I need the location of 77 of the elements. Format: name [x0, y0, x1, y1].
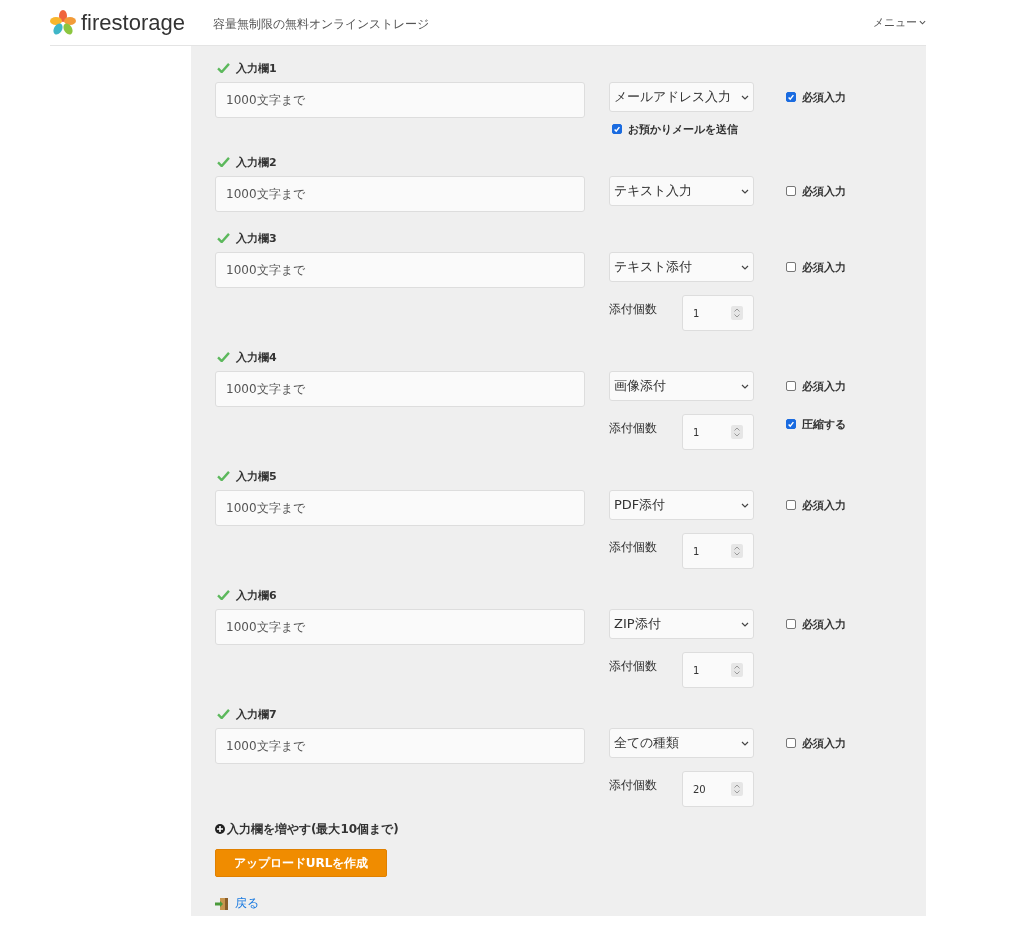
spinner-icon[interactable]	[731, 306, 743, 320]
site-tagline: 容量無制限の無料オンラインストレージ	[212, 15, 429, 33]
caret-icon	[741, 502, 749, 508]
checkmark-icon	[217, 590, 230, 600]
checkmark-icon	[217, 709, 230, 719]
caret-icon	[741, 264, 749, 270]
required-checkbox[interactable]	[786, 738, 796, 748]
checkbox-label: 必須入力	[802, 616, 846, 632]
required-checkbox[interactable]	[786, 619, 796, 629]
text-input-field[interactable]: 1000文字まで	[215, 252, 585, 288]
text-input-field[interactable]: 1000文字まで	[215, 728, 585, 764]
checkmark-icon	[217, 157, 230, 167]
required-checkbox[interactable]	[786, 262, 796, 272]
type-dropdown[interactable]: 画像添付	[609, 371, 754, 401]
caret-icon	[741, 188, 749, 194]
type-dropdown[interactable]: PDF添付	[609, 490, 754, 520]
field-label: 入力欄5	[236, 468, 277, 484]
type-dropdown[interactable]: ZIP添付	[609, 609, 754, 639]
caret-icon	[741, 94, 749, 100]
text-input-field[interactable]: 1000文字まで	[215, 82, 585, 118]
field-label: 入力欄2	[236, 154, 277, 170]
checkmark-icon	[217, 471, 230, 481]
mail-notice-checkbox[interactable]	[612, 124, 622, 134]
text-input-field[interactable]: 1000文字まで	[215, 609, 585, 645]
text-input-field[interactable]: 1000文字まで	[215, 176, 585, 212]
count-number-field[interactable]: 1	[682, 414, 754, 450]
type-dropdown[interactable]: テキスト添付	[609, 252, 754, 282]
menu-button[interactable]: メニュー	[873, 15, 926, 30]
type-dropdown[interactable]: テキスト入力	[609, 176, 754, 206]
required-checkbox[interactable]	[786, 92, 796, 102]
field-label: 入力欄1	[236, 60, 277, 76]
spinner-icon[interactable]	[731, 544, 743, 558]
count-number-field[interactable]: 1	[682, 652, 754, 688]
count-number-field[interactable]: 20	[682, 771, 754, 807]
count-label: 添付個数	[609, 301, 657, 318]
type-dropdown[interactable]: 全ての種類	[609, 728, 754, 758]
field-label: 入力欄3	[236, 230, 277, 246]
caret-icon	[741, 740, 749, 746]
spinner-icon[interactable]	[731, 425, 743, 439]
checkmark-icon	[217, 352, 230, 362]
checkbox-label: お預かりメールを送信	[628, 121, 738, 137]
checkmark-icon	[217, 233, 230, 243]
field-label: 入力欄6	[236, 587, 277, 603]
back-link[interactable]: 戻る	[235, 895, 259, 912]
type-dropdown[interactable]: メールアドレス入力	[609, 82, 754, 112]
field-label: 入力欄4	[236, 349, 277, 365]
plus-circle-icon	[215, 824, 225, 834]
checkbox-label: 必須入力	[802, 378, 846, 394]
checkbox-label: 必須入力	[802, 89, 846, 105]
count-label: 添付個数	[609, 539, 657, 556]
count-number-field[interactable]: 1	[682, 533, 754, 569]
text-input-field[interactable]: 1000文字まで	[215, 490, 585, 526]
caret-icon	[919, 20, 926, 25]
checkmark-icon	[217, 63, 230, 73]
checkbox-label: 必須入力	[802, 735, 846, 751]
required-checkbox[interactable]	[786, 500, 796, 510]
required-checkbox[interactable]	[786, 381, 796, 391]
spinner-icon[interactable]	[731, 663, 743, 677]
spinner-icon[interactable]	[731, 782, 743, 796]
count-label: 添付個数	[609, 777, 657, 794]
count-label: 添付個数	[609, 658, 657, 675]
flower-logo-icon	[50, 9, 76, 36]
caret-icon	[741, 621, 749, 627]
required-checkbox[interactable]	[786, 186, 796, 196]
count-label: 添付個数	[609, 420, 657, 437]
add-field-link[interactable]: 入力欄を増やす(最大10個まで)	[227, 820, 399, 838]
caret-icon	[741, 383, 749, 389]
checkbox-label: 必須入力	[802, 259, 846, 275]
count-number-field[interactable]: 1	[682, 295, 754, 331]
checkbox-label: 必須入力	[802, 183, 846, 199]
checkbox-label: 必須入力	[802, 497, 846, 513]
exit-door-icon	[215, 896, 229, 911]
text-input-field[interactable]: 1000文字まで	[215, 371, 585, 407]
compress-checkbox[interactable]	[786, 419, 796, 429]
checkbox-label: 圧縮する	[802, 416, 846, 432]
field-label: 入力欄7	[236, 706, 277, 722]
site-logo[interactable]: firestorage	[81, 9, 185, 36]
